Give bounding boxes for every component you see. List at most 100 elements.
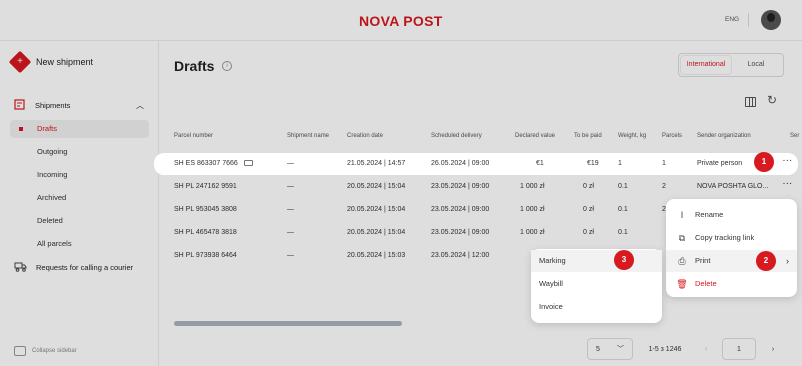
card-icon xyxy=(243,160,253,167)
tab-local[interactable]: Local xyxy=(731,56,781,74)
column-header: Sender organization xyxy=(697,133,751,139)
shipments-section[interactable]: Shipments ︿ xyxy=(14,99,144,111)
weight: 0.1 xyxy=(618,183,628,190)
step-badge: 1 xyxy=(754,152,774,172)
more-actions-button[interactable]: ··· xyxy=(783,181,793,188)
collapse-sidebar-button[interactable]: Collapse sidebar xyxy=(14,346,77,356)
creation-date: 20.05.2024 | 15:04 xyxy=(347,229,406,236)
refresh-icon[interactable]: ↻ xyxy=(767,93,777,107)
per-page-select[interactable]: 5 ﹀ xyxy=(587,338,633,360)
creation-date: 20.05.2024 | 15:04 xyxy=(347,206,406,213)
column-header: To be paid xyxy=(574,133,602,139)
sidebar-item-drafts[interactable]: Drafts xyxy=(10,120,149,138)
prev-page-button[interactable]: ‹ xyxy=(695,338,717,360)
to-be-paid: 0 zł xyxy=(583,229,594,236)
sidebar-item-all-parcels[interactable]: All parcels xyxy=(10,235,149,253)
shipment-name: — xyxy=(287,252,294,259)
columns-icon[interactable] xyxy=(745,97,756,107)
menu-item-copy-tracking-link[interactable]: ⧉ Copy tracking link xyxy=(666,227,797,249)
page-title: Drafts xyxy=(174,58,215,74)
menu-item-print[interactable]: ⎙ Print › xyxy=(666,250,797,272)
parcels-count: 1 xyxy=(662,160,666,167)
copy-link-icon: ⧉ xyxy=(678,233,686,243)
weight: 1 xyxy=(618,160,622,167)
step-badge: 3 xyxy=(614,250,634,270)
weight: 0.1 xyxy=(618,206,628,213)
nova-post-logo[interactable]: NOVA POST xyxy=(359,13,443,29)
declared-value: €1 xyxy=(536,160,544,167)
column-header: Creation date xyxy=(347,133,384,139)
to-be-paid: 0 zł xyxy=(583,183,594,190)
shipments-label: Shipments xyxy=(35,100,71,110)
creation-date: 21.05.2024 | 14:57 xyxy=(347,160,406,167)
sidebar: New shipment Shipments ︿ Drafts Outgoing… xyxy=(0,41,159,366)
sidebar-item-archived[interactable]: Archived xyxy=(10,189,149,207)
sender-organization: Private person xyxy=(697,160,743,167)
scheduled-delivery: 23.05.2024 | 09:00 xyxy=(431,183,490,190)
scheduled-delivery: 23.05.2024 | 09:00 xyxy=(431,229,490,236)
shipment-name: — xyxy=(287,206,294,213)
column-header: Parcels xyxy=(662,133,683,139)
chevron-up-icon[interactable]: ︿ xyxy=(136,100,144,111)
region-toggle: International Local xyxy=(678,53,784,77)
table-row[interactable]: SH ES 863307 7666 — 21.05.2024 | 14:57 2… xyxy=(154,153,798,175)
weight: 0.1 xyxy=(618,229,628,236)
declared-value: 1 000 zł xyxy=(520,206,545,213)
chevron-down-icon: ﹀ xyxy=(617,346,624,353)
menu-item-rename[interactable]: I Rename xyxy=(666,204,797,226)
parcel-number: SH ES 863307 7666 xyxy=(174,160,253,167)
to-be-paid: 0 zł xyxy=(583,206,594,213)
sender-organization: NOVA POSHTA GLO... xyxy=(697,183,769,190)
sidebar-item-outgoing[interactable]: Outgoing xyxy=(10,143,149,161)
requests-courier-link[interactable]: Requests for calling a courier xyxy=(14,262,133,272)
page-input[interactable]: 1 xyxy=(722,338,756,360)
parcel-number: SH PL 465478 3818 xyxy=(174,229,237,236)
requests-label: Requests for calling a courier xyxy=(36,262,134,272)
submenu-item-marking[interactable]: Marking xyxy=(531,250,662,272)
creation-date: 20.05.2024 | 15:03 xyxy=(347,252,406,259)
new-shipment-label: New shipment xyxy=(36,57,94,67)
more-actions-button[interactable]: ··· xyxy=(783,158,793,165)
collapse-icon xyxy=(14,346,26,356)
column-header: Scheduled delivery xyxy=(431,133,482,139)
cursor-icon: I xyxy=(680,210,684,220)
horizontal-scrollbar[interactable] xyxy=(174,321,402,326)
shipment-name: — xyxy=(287,183,294,190)
column-header: Weight, kg xyxy=(618,133,647,139)
sidebar-item-deleted[interactable]: Deleted xyxy=(10,212,149,230)
declared-value: 1 000 zł xyxy=(520,183,545,190)
step-badge: 2 xyxy=(756,251,776,271)
page-range: 1-5 з 1246 xyxy=(648,345,682,353)
declared-value: 1 000 zł xyxy=(520,229,545,236)
submenu-item-invoice[interactable]: Invoice xyxy=(531,296,662,318)
shipment-name: — xyxy=(287,160,294,167)
column-header: Ser xyxy=(790,133,800,139)
scheduled-delivery: 23.05.2024 | 12:00 xyxy=(431,252,490,259)
plus-icon xyxy=(8,50,32,74)
scheduled-delivery: 26.05.2024 | 09:00 xyxy=(431,160,490,167)
creation-date: 20.05.2024 | 15:04 xyxy=(347,183,406,190)
to-be-paid: €19 xyxy=(587,160,599,167)
trash-icon: 🗑 xyxy=(676,279,688,289)
tab-international[interactable]: International xyxy=(681,56,731,74)
shipment-name: — xyxy=(287,229,294,236)
top-header: NOVA POST ENG xyxy=(0,0,802,41)
info-icon[interactable]: i xyxy=(222,61,232,71)
column-header: Shipment name xyxy=(287,133,330,139)
menu-item-delete[interactable]: 🗑 Delete xyxy=(666,273,797,295)
language-switch[interactable]: ENG xyxy=(725,16,739,23)
table-row[interactable]: SH PL 247162 9591 — 20.05.2024 | 15:04 2… xyxy=(160,176,802,198)
parcel-number: SH PL 953045 3808 xyxy=(174,206,237,213)
avatar[interactable] xyxy=(761,10,781,30)
next-page-button[interactable]: › xyxy=(762,338,784,360)
row-context-menu: I Rename ⧉ Copy tracking link ⎙ Print › … xyxy=(666,199,797,297)
parcel-number: SH PL 973938 6464 xyxy=(174,252,237,259)
sidebar-item-incoming[interactable]: Incoming xyxy=(10,166,149,184)
collapse-label: Collapse sidebar xyxy=(32,348,77,354)
truck-icon xyxy=(14,262,27,272)
new-shipment-button[interactable]: New shipment xyxy=(8,50,94,74)
column-header: Parcel number xyxy=(174,133,214,139)
chevron-right-icon: › xyxy=(786,256,789,266)
submenu-item-waybill[interactable]: Waybill xyxy=(531,273,662,295)
column-header: Declared value xyxy=(515,133,556,139)
